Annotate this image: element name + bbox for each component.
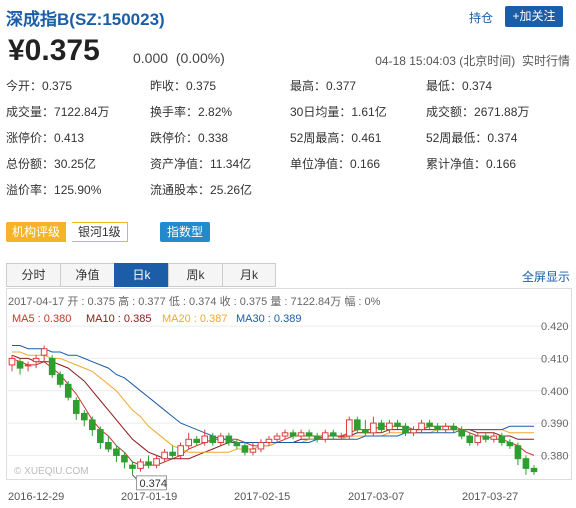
stat-label: 换手率： xyxy=(150,105,199,119)
stat-cell: 总份额：30.25亿 xyxy=(6,155,96,172)
change-value: 0.000 xyxy=(133,50,169,66)
index-type-tag[interactable]: 指数型 xyxy=(160,222,211,242)
stat-cell: 昨收：0.375 xyxy=(150,77,216,94)
stat-cell: 52周最低：0.374 xyxy=(426,129,517,146)
stat-label: 最高： xyxy=(290,79,327,93)
ma-label: MA5 : 0.380 xyxy=(12,313,72,325)
stat-value: 0.166 xyxy=(350,157,381,171)
stat-value: 0.377 xyxy=(326,79,357,93)
stat-value: 0.338 xyxy=(198,131,229,145)
stat-value: 0.375 xyxy=(186,79,217,93)
stat-label: 单位净值： xyxy=(290,157,351,171)
stat-label: 30日均量： xyxy=(290,105,352,119)
stat-value: 0.413 xyxy=(54,131,85,145)
stat-value: 0.375 xyxy=(42,79,73,93)
stat-label: 跌停价： xyxy=(150,131,199,145)
stat-label: 52周最低： xyxy=(426,131,488,145)
x-axis-label: 2016-12-29 xyxy=(8,491,65,503)
stat-cell: 最高：0.377 xyxy=(290,77,356,94)
x-axis-label: 2017-03-27 xyxy=(462,491,519,503)
stat-label: 今开： xyxy=(6,79,43,93)
watermark: © XUEQIU.COM xyxy=(14,466,89,477)
stat-label: 最低： xyxy=(426,79,463,93)
fullscreen-link[interactable]: 全屏显示 xyxy=(522,268,570,285)
stat-value: 0.374 xyxy=(462,79,493,93)
x-axis-label: 2017-02-15 xyxy=(234,491,291,503)
follow-button[interactable]: +加关注 xyxy=(505,6,563,27)
stat-value: 11.34亿 xyxy=(210,157,252,171)
stat-cell: 涨停价：0.413 xyxy=(6,129,84,146)
stat-cell: 成交额：2671.88万 xyxy=(426,103,529,120)
stat-label: 成交量： xyxy=(6,105,55,119)
ma-label: MA20 : 0.387 xyxy=(162,313,228,325)
price-change: 0.000 (0.00%) xyxy=(133,50,225,66)
stat-value: 125.90% xyxy=(54,183,102,197)
stat-cell: 溢价率：125.90% xyxy=(6,181,101,198)
quote-time: 04-18 15:04:03 (北京时间) 实时行情 xyxy=(375,52,570,69)
stat-cell: 52周最高：0.461 xyxy=(290,129,381,146)
quote-timestamp: 04-18 15:04:03 (北京时间) xyxy=(375,54,516,68)
quote-status: 实时行情 xyxy=(521,54,570,68)
x-axis-label: 2017-01-19 xyxy=(121,491,178,503)
stat-label: 总份额： xyxy=(6,157,55,171)
stat-cell: 流通股本：25.26亿 xyxy=(150,181,252,198)
stat-value: 2671.88万 xyxy=(474,105,530,119)
current-price: ¥0.375 xyxy=(8,34,100,67)
tab-净值[interactable]: 净值 xyxy=(60,263,114,287)
hold-link[interactable]: 持仓 xyxy=(469,9,493,26)
tab-月k[interactable]: 月k xyxy=(222,263,276,287)
stat-cell: 换手率：2.82% xyxy=(150,103,232,120)
stat-cell: 资产净值：11.34亿 xyxy=(150,155,251,172)
kline-info: 2017-04-17 开 : 0.375 高 : 0.377 低 : 0.374… xyxy=(8,296,381,308)
stats-row: 涨停价：0.413 跌停价：0.338 52周最高：0.461 52周最低：0.374 xyxy=(6,129,572,155)
stats-row: 总份额：30.25亿 资产净值：11.34亿 单位净值：0.166 累计净值：0.16… xyxy=(6,155,572,181)
stat-value: 0.374 xyxy=(487,131,518,145)
x-axis-label: 2017-03-07 xyxy=(348,491,405,503)
stock-title: 深成指B(SZ:150023) xyxy=(6,10,165,29)
stats-table: 今开：0.375 昨收：0.375 最高：0.377 最低：0.374 成交量：7122… xyxy=(6,77,572,207)
stat-value: 2.82% xyxy=(198,105,233,119)
stat-label: 52周最高： xyxy=(290,131,352,145)
stat-cell: 30日均量：1.61亿 xyxy=(290,103,387,120)
stat-label: 资产净值： xyxy=(150,157,211,171)
stat-cell: 今开：0.375 xyxy=(6,77,72,94)
change-percent: (0.00%) xyxy=(175,50,225,66)
ma-label: MA30 : 0.389 xyxy=(236,313,302,325)
stats-row: 成交量：7122.84万 换手率：2.82% 30日均量：1.61亿 成交额：2671… xyxy=(6,103,572,129)
rating-label: 机构评级 xyxy=(6,222,67,242)
stats-row: 今开：0.375 昨收：0.375 最高：0.377 最低：0.374 xyxy=(6,77,572,103)
stat-value: 0.461 xyxy=(351,131,382,145)
tab-日k[interactable]: 日k xyxy=(114,263,168,287)
stats-row: 溢价率：125.90% 流通股本：25.26亿 xyxy=(6,181,572,207)
chart-tabs: 分时 净值 日k 周k 月k xyxy=(6,263,276,287)
tab-周k[interactable]: 周k xyxy=(168,263,222,287)
rating-value: 银河1级 xyxy=(72,222,128,242)
stat-value: 1.61亿 xyxy=(351,105,387,119)
stat-value: 0.166 xyxy=(486,157,517,171)
stat-label: 流通股本： xyxy=(150,183,211,197)
stat-cell: 累计净值：0.166 xyxy=(426,155,516,172)
stat-value: 30.25亿 xyxy=(54,157,97,171)
stat-value: 7122.84万 xyxy=(54,105,110,119)
ma-label: MA10 : 0.385 xyxy=(86,313,152,325)
stat-label: 涨停价： xyxy=(6,131,55,145)
stat-cell: 成交量：7122.84万 xyxy=(6,103,109,120)
stat-cell: 最低：0.374 xyxy=(426,77,492,94)
stat-cell: 单位净值：0.166 xyxy=(290,155,380,172)
stat-label: 累计净值： xyxy=(426,157,487,171)
stat-label: 昨收： xyxy=(150,79,187,93)
tab-分时[interactable]: 分时 xyxy=(6,263,60,287)
stat-label: 溢价率： xyxy=(6,183,55,197)
stat-value: 25.26亿 xyxy=(210,183,253,197)
stat-cell: 跌停价：0.338 xyxy=(150,129,228,146)
stat-label: 成交额： xyxy=(426,105,475,119)
